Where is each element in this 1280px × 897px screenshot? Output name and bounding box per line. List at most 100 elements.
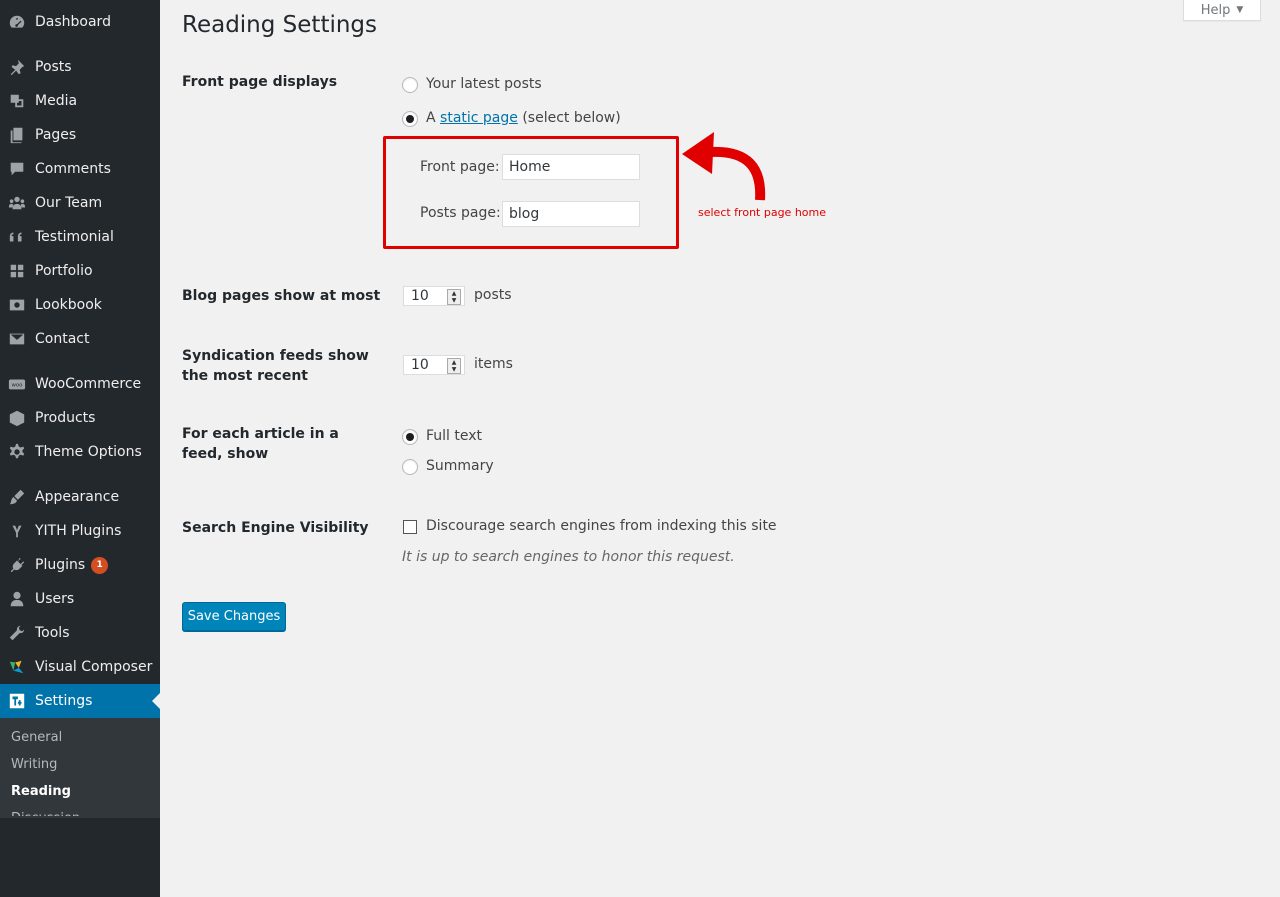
submenu-item-reading[interactable]: Reading [11, 784, 71, 799]
sidebar-item-plugins[interactable]: Plugins 1 [0, 548, 160, 582]
sidebar-item-settings[interactable]: Settings [0, 684, 160, 718]
visibility-icon [7, 295, 27, 315]
static-prefix: A [426, 110, 436, 126]
brush-icon [7, 487, 27, 507]
sidebar-item-label: Posts [35, 59, 72, 75]
dashboard-icon [7, 12, 27, 32]
sidebar-item-label: Lookbook [35, 297, 102, 313]
sidebar-item-label: Settings [35, 693, 93, 709]
annotation-arrow-icon [682, 132, 766, 201]
sidebar-item-label: Appearance [35, 489, 120, 505]
discourage-search-label: Discourage search engines from indexing … [426, 518, 777, 534]
radio-static-page[interactable] [402, 111, 418, 127]
syndication-value: 10 [411, 357, 429, 373]
search-visibility-description: It is up to search engines to honor this… [402, 549, 735, 565]
box-icon [7, 408, 27, 428]
sidebar-item-label: Media [35, 93, 78, 109]
sidebar-item-appearance[interactable]: Appearance [0, 480, 160, 514]
email-icon [7, 329, 27, 349]
gear-icon [7, 442, 27, 462]
sidebar-item-label: Pages [35, 127, 77, 143]
sidebar-item-users[interactable]: Users [0, 582, 160, 616]
radio-full-text[interactable] [402, 429, 418, 445]
sidebar-item-lookbook[interactable]: Lookbook [0, 288, 160, 322]
sidebar-item-label: Comments [35, 161, 111, 177]
blog-pages-input[interactable]: 10 ▲ ▼ [403, 286, 465, 306]
sidebar-item-label: YITH Plugins [35, 523, 122, 539]
help-label: Help [1200, 2, 1231, 18]
help-tab-button[interactable]: Help ▼ [1183, 0, 1261, 21]
sidebar-item-posts[interactable]: Posts [0, 50, 160, 84]
submenu-item-discussion[interactable]: Discussion [11, 811, 80, 816]
sidebar-item-media[interactable]: Media [0, 84, 160, 118]
comment-icon [7, 159, 27, 179]
sidebar-item-label: Visual Composer [35, 659, 153, 675]
blog-pages-value: 10 [411, 288, 429, 304]
summary-label: Summary [426, 458, 494, 474]
syndication-heading: Syndication feeds show the most recent [182, 348, 369, 384]
quote-icon [7, 227, 27, 247]
annotation-highlight-box [383, 136, 679, 249]
plug-icon [7, 555, 27, 575]
woo-icon: woo [7, 374, 27, 394]
sidebar-item-pages[interactable]: Pages [0, 118, 160, 152]
sidebar-item-comments[interactable]: Comments [0, 152, 160, 186]
sidebar-item-theme-options[interactable]: Theme Options [0, 435, 160, 469]
static-page-link[interactable]: static page [440, 110, 518, 126]
sidebar-item-our-team[interactable]: Our Team [0, 186, 160, 220]
sidebar-item-label: Dashboard [35, 14, 111, 30]
user-icon [7, 589, 27, 609]
sidebar-item-contact[interactable]: Contact [0, 322, 160, 356]
caret-down-icon: ▼ [1236, 5, 1244, 15]
sidebar-item-yith-plugins[interactable]: YITH Plugins [0, 514, 160, 548]
yith-icon [7, 521, 27, 541]
save-changes-button[interactable]: Save Changes [182, 602, 286, 631]
svg-text:woo: woo [12, 383, 23, 389]
spinner-arrows-icon[interactable]: ▲ ▼ [447, 289, 461, 305]
sidebar-item-testimonial[interactable]: Testimonial [0, 220, 160, 254]
submenu-item-writing[interactable]: Writing [11, 757, 57, 772]
sidebar-item-label: Testimonial [35, 229, 114, 245]
annotation-text: select front page home [698, 206, 826, 219]
groups-icon [7, 193, 27, 213]
admin-sidebar: Dashboard Posts Media Pages Comments Our… [0, 0, 160, 897]
sidebar-item-dashboard[interactable]: Dashboard [0, 5, 160, 39]
submenu-item-general[interactable]: General [11, 730, 62, 745]
sidebar-item-tools[interactable]: Tools [0, 616, 160, 650]
sidebar-item-label: WooCommerce [35, 376, 142, 392]
sidebar-item-label: Users [35, 591, 75, 607]
radio-latest-posts[interactable] [402, 77, 418, 93]
sidebar-item-portfolio[interactable]: Portfolio [0, 254, 160, 288]
plugin-update-badge: 1 [91, 556, 109, 574]
blog-pages-heading: Blog pages show at most [182, 288, 381, 304]
pages-icon [7, 125, 27, 145]
sidebar-item-products[interactable]: Products [0, 401, 160, 435]
spinner-arrows-icon[interactable]: ▲ ▼ [447, 358, 461, 374]
sidebar-item-label: Theme Options [35, 444, 142, 460]
sidebar-item-label: Portfolio [35, 263, 93, 279]
wrench-icon [7, 623, 27, 643]
syndication-input[interactable]: 10 ▲ ▼ [403, 355, 465, 375]
sidebar-item-label: Products [35, 410, 96, 426]
sidebar-item-woocommerce[interactable]: woo WooCommerce [0, 367, 160, 401]
blog-pages-unit: posts [474, 287, 512, 303]
media-icon [7, 91, 27, 111]
latest-posts-label: Your latest posts [426, 76, 542, 92]
sidebar-item-visual-composer[interactable]: Visual Composer [0, 650, 160, 684]
static-suffix: (select below) [522, 110, 621, 126]
grid-icon [7, 261, 27, 281]
front-page-heading: Front page displays [182, 74, 338, 90]
discourage-search-checkbox[interactable] [403, 520, 417, 534]
sidebar-item-label: Contact [35, 331, 90, 347]
feed-article-heading: For each article in a feed, show [182, 426, 339, 462]
sidebar-item-label: Plugins [35, 557, 86, 573]
pin-icon [7, 57, 27, 77]
sidebar-item-label: Tools [35, 625, 70, 641]
radio-summary[interactable] [402, 459, 418, 475]
static-page-option: A static page (select below) [426, 110, 621, 126]
settings-icon [7, 691, 27, 711]
full-text-label: Full text [426, 428, 483, 444]
vc-icon [7, 657, 27, 677]
page-title: Reading Settings [182, 12, 378, 38]
sidebar-item-label: Our Team [35, 195, 103, 211]
